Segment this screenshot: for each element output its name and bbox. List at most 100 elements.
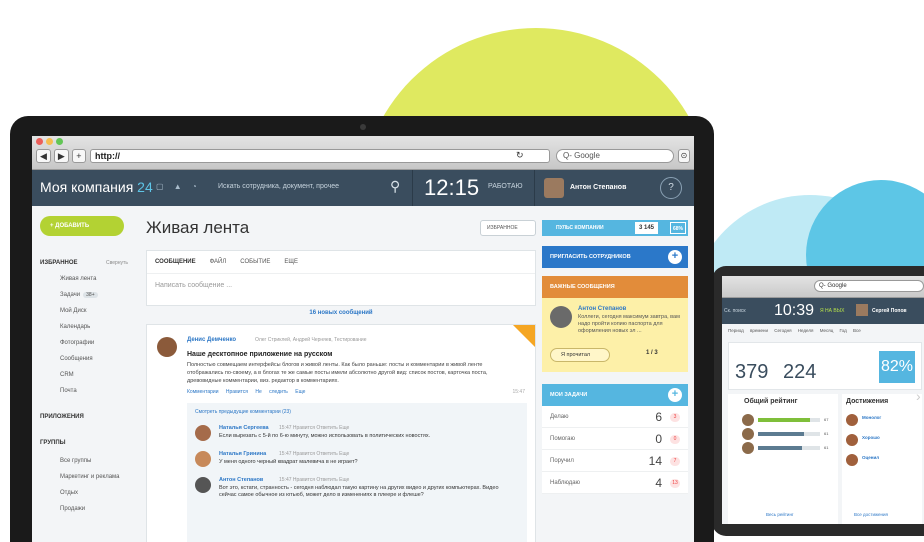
sidebar-item-calendar[interactable]: Календарь xyxy=(60,324,90,330)
forward-button[interactable]: ▶ xyxy=(53,149,69,163)
portal-search-input[interactable]: Искать сотрудника, документ, прочее xyxy=(218,183,339,190)
new-tab-button[interactable]: + xyxy=(71,149,86,163)
more-link[interactable]: Еще xyxy=(295,389,305,395)
help-icon[interactable]: ? xyxy=(660,177,682,199)
comment-meta[interactable]: 15:47 Нравится Ответить Еще xyxy=(279,477,349,483)
tablet-search-label[interactable]: Ск. поиск xyxy=(724,308,746,314)
task-row[interactable]: Наблюдаю 4 13 xyxy=(542,472,688,494)
comment-author[interactable]: Наталья Сергеева xyxy=(219,425,269,431)
avatar[interactable] xyxy=(195,451,211,467)
sidebar-item-all-groups[interactable]: Все группы xyxy=(60,458,91,464)
important-author[interactable]: Антон Степанов xyxy=(578,306,626,312)
sidebar-item-sales[interactable]: Продажи xyxy=(60,506,85,512)
sidebar-item-tasks[interactable]: Задачи 38+ xyxy=(60,292,98,298)
tablet-status[interactable]: Я НА ВЫХ xyxy=(820,308,844,314)
unfollow-link[interactable]: Не следить xyxy=(255,389,287,395)
company-name: Моя компания xyxy=(40,179,134,195)
avatar xyxy=(742,428,754,440)
browser-search-input[interactable]: Q- Google xyxy=(556,149,674,163)
company-logo[interactable]: Моя компания 24 xyxy=(40,179,153,195)
all-rating-link[interactable]: Весь рейтинг xyxy=(766,512,794,517)
rating-row: 61 xyxy=(742,442,832,456)
url-input[interactable]: http:// xyxy=(90,149,550,163)
star-icon[interactable] xyxy=(513,325,535,347)
avatar[interactable] xyxy=(550,306,572,328)
sidebar-item-disk[interactable]: Мой Диск xyxy=(60,308,86,314)
task-row[interactable]: Делаю 6 3 xyxy=(542,406,688,428)
sidebar-item-photos[interactable]: Фотографии xyxy=(60,340,94,346)
tab-message[interactable]: СООБЩЕНИЕ xyxy=(155,259,196,265)
task-label: Наблюдаю xyxy=(550,480,581,486)
tasks-label: МОИ ЗАДАЧИ xyxy=(550,392,588,398)
apps-header[interactable]: ПРИЛОЖЕНИЯ xyxy=(40,414,84,420)
collapse-link[interactable]: Свернуть xyxy=(106,260,128,266)
post-author[interactable]: Денис Демченко xyxy=(187,337,236,343)
rating-title: Общий рейтинг xyxy=(744,398,798,405)
invite-label: ПРИГЛАСИТЬ СОТРУДНИКОВ xyxy=(550,254,631,260)
task-badge: 3 xyxy=(670,413,680,422)
tab-event[interactable]: СОБЫТИЕ xyxy=(240,259,270,265)
achievement-row[interactable]: Хорошо xyxy=(846,434,916,450)
sidebar-item-crm[interactable]: CRM xyxy=(60,372,74,378)
comment-meta[interactable]: 15:47 Нравится Ответить Еще xyxy=(279,425,349,431)
comment-author[interactable]: Наталья Гринина xyxy=(219,451,266,457)
comment-meta[interactable]: 15:47 Нравится Ответить Еще xyxy=(279,451,349,457)
close-window-icon[interactable] xyxy=(36,138,43,145)
sidebar-item-mail[interactable]: Почта xyxy=(60,388,77,394)
avatar[interactable] xyxy=(544,178,564,198)
favorites-header[interactable]: ИЗБРАННОЕ xyxy=(40,260,78,266)
previous-comments-link[interactable]: Смотреть предыдущие комментарии (23) xyxy=(195,409,291,415)
tab-file[interactable]: ФАЙЛ xyxy=(210,259,227,265)
task-badge: 13 xyxy=(670,479,680,488)
pulse-value: 3 145 xyxy=(634,222,658,234)
avatar[interactable] xyxy=(195,425,211,441)
window-controls xyxy=(36,138,63,145)
achievement-row[interactable]: Оценил xyxy=(846,454,916,470)
tab-more[interactable]: ЕЩЕ xyxy=(284,259,298,265)
invite-button[interactable]: ПРИГЛАСИТЬ СОТРУДНИКОВ + xyxy=(542,246,688,268)
maximize-window-icon[interactable] xyxy=(56,138,63,145)
notification-icons[interactable]: ▢ ▲ ◔ xyxy=(156,182,201,191)
my-tasks-header[interactable]: МОИ ЗАДАЧИ + xyxy=(542,384,688,406)
search-icon[interactable]: ⚲ xyxy=(390,178,400,195)
message-input[interactable]: Написать сообщение ... xyxy=(147,274,535,297)
comments-link[interactable]: Комментарии xyxy=(187,389,219,395)
new-messages-link[interactable]: 16 новых сообщений xyxy=(146,310,536,316)
post-recipients[interactable]: Олег Стриклей, Андрей Черняев, Тестирова… xyxy=(255,337,366,343)
divider xyxy=(412,170,413,206)
tablet-user-name[interactable]: Сергей Попов xyxy=(872,308,907,314)
company-pulse[interactable]: ПУЛЬС КОМПАНИИ 3 145 68% xyxy=(542,220,688,236)
back-button[interactable]: ◀ xyxy=(36,149,51,163)
browser-menu-icon[interactable]: ⊙ xyxy=(678,149,690,163)
achievement-row[interactable]: Монолог xyxy=(846,414,916,430)
comment-author[interactable]: Антон Степанов xyxy=(219,477,263,483)
tablet-search-input[interactable]: Q- Google xyxy=(814,280,924,292)
sidebar-item-rest[interactable]: Отдых xyxy=(60,490,78,496)
avatar[interactable] xyxy=(195,477,211,493)
avatar[interactable] xyxy=(157,337,177,357)
task-badge: 7 xyxy=(670,457,680,466)
sidebar-item-feed[interactable]: Живая лента xyxy=(60,276,96,282)
minimize-window-icon[interactable] xyxy=(46,138,53,145)
add-button[interactable]: + ДОБАВИТЬ xyxy=(40,216,124,236)
groups-header[interactable]: ГРУППЫ xyxy=(40,440,66,446)
next-arrow-icon[interactable]: › xyxy=(916,388,921,404)
task-row[interactable]: Поручил 14 7 xyxy=(542,450,688,472)
task-row[interactable]: Помогаю 0 0 xyxy=(542,428,688,450)
user-name[interactable]: Антон Степанов xyxy=(570,184,626,191)
tablet-period-filters[interactable]: Период времени Сегодня Неделя Месяц Год … xyxy=(728,328,861,333)
reload-icon[interactable]: ↻ xyxy=(516,150,524,161)
work-status[interactable]: РАБОТАЮ xyxy=(488,183,523,190)
tasks-badge: 38+ xyxy=(83,292,98,298)
sidebar-item-marketing[interactable]: Маркетинг и реклама xyxy=(60,474,120,480)
like-link[interactable]: Нравится xyxy=(226,389,248,395)
sidebar-item-messages[interactable]: Сообщения xyxy=(60,356,93,362)
message-pager[interactable]: 1 / 3 xyxy=(646,350,658,356)
read-button[interactable]: Я прочитал xyxy=(550,348,610,362)
feed-filter-select[interactable]: ИЗБРАННОЕ xyxy=(480,220,536,236)
all-achievements-link[interactable]: Все достижения xyxy=(854,512,888,517)
tablet-stat-1: 379 xyxy=(735,361,769,383)
tablet-avatar[interactable] xyxy=(856,304,868,316)
tablet-topbar: Ск. поиск 10:39 Я НА ВЫХ Сергей Попов xyxy=(722,298,924,324)
avatar xyxy=(742,442,754,454)
